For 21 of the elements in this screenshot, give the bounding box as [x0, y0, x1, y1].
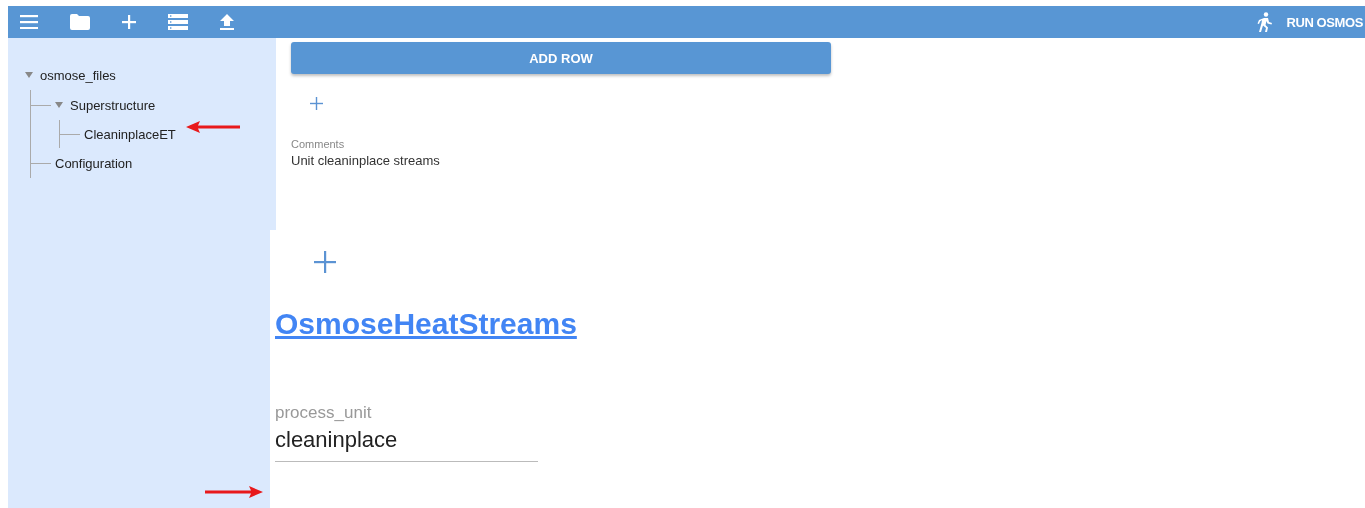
- comments-label: Comments: [291, 138, 346, 150]
- list-icon[interactable]: [168, 14, 188, 30]
- folder-icon[interactable]: [70, 14, 90, 30]
- comments-text: Unit cleaninplace streams: [291, 153, 441, 168]
- text-field[interactable]: cleaninplace: [275, 423, 538, 462]
- upload-icon[interactable]: [220, 14, 234, 30]
- arrow-icon: [186, 121, 240, 133]
- menu-icon[interactable]: [20, 15, 38, 29]
- plus-icon[interactable]: [314, 251, 336, 273]
- tree-item[interactable]: Configuration: [55, 155, 133, 171]
- expand-triangle-icon[interactable]: [25, 71, 33, 79]
- expand-triangle-icon[interactable]: [55, 101, 63, 109]
- heading-link[interactable]: OsmoseHeatStreams: [275, 307, 577, 341]
- tree-item[interactable]: Superstructure: [70, 97, 156, 113]
- arrow-icon: [205, 486, 263, 498]
- plus-icon[interactable]: [310, 97, 323, 110]
- tree-item[interactable]: osmose_files: [40, 67, 116, 83]
- plus-icon[interactable]: [122, 15, 136, 29]
- running-figure-icon: [1256, 12, 1273, 32]
- field-label: process_unit: [275, 403, 373, 423]
- tree-item[interactable]: CleaninplaceET: [84, 126, 176, 142]
